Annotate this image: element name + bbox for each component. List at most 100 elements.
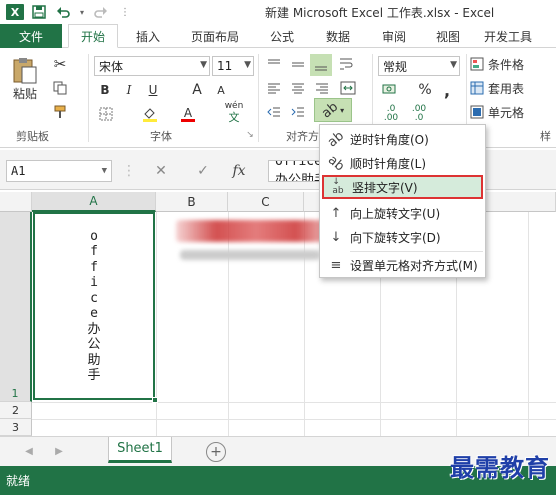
next-sheet-icon[interactable]: ▶ xyxy=(52,443,66,459)
copy-icon[interactable] xyxy=(50,78,70,98)
format-painter-icon[interactable] xyxy=(50,102,70,122)
chevron-down-icon: ▼ xyxy=(200,60,207,70)
orientation-button[interactable]: ab ▾ xyxy=(314,98,352,122)
title-bar: X ▾ ⋮ 新建 Microsoft Excel 工作表.xlsx - Exce… xyxy=(0,0,556,24)
currency-icon[interactable] xyxy=(380,80,400,100)
menu-item-rotate-down[interactable]: ↓ 向下旋转文字(D) xyxy=(322,225,483,249)
angle-counterclockwise-icon: ab xyxy=(324,128,348,150)
status-text: 就绪 xyxy=(6,474,31,488)
paste-button[interactable]: 粘贴 xyxy=(8,56,42,102)
chevron-down-icon: ▼ xyxy=(450,60,457,70)
align-center-icon[interactable] xyxy=(288,78,308,98)
tab-home[interactable]: 开始 xyxy=(68,24,118,48)
align-bottom-icon[interactable] xyxy=(310,54,332,76)
font-dialog-launcher-icon[interactable]: ↘ xyxy=(244,128,256,142)
excel-logo-icon: X xyxy=(6,4,24,20)
insert-function-button[interactable]: fx xyxy=(228,160,250,182)
increase-decimal-button[interactable]: .0 .00 xyxy=(380,104,402,124)
tab-page-layout[interactable]: 页面布局 xyxy=(180,24,250,48)
angle-clockwise-icon: ab xyxy=(324,152,348,174)
redo-icon[interactable] xyxy=(92,3,110,21)
italic-button[interactable]: I xyxy=(120,80,138,100)
underline-button[interactable]: U xyxy=(144,80,162,100)
menu-item-label: 逆时针角度(O) xyxy=(350,132,429,147)
column-header-c[interactable]: C xyxy=(228,192,304,212)
font-color-button[interactable]: A xyxy=(178,104,198,124)
merge-center-icon[interactable] xyxy=(336,78,360,98)
menu-item-angle-clockwise[interactable]: ab 顺时针角度(L) xyxy=(322,151,483,175)
align-left-icon[interactable] xyxy=(264,78,284,98)
cell-styles-button[interactable]: 单元格 xyxy=(470,102,556,122)
font-size-value: 11 xyxy=(217,59,233,73)
select-all-corner[interactable] xyxy=(0,192,32,212)
group-label-font: 字体 xyxy=(150,130,172,143)
chevron-down-icon: ▼ xyxy=(244,60,251,70)
row-header-3[interactable]: 3 xyxy=(0,419,32,436)
tab-view[interactable]: 视图 xyxy=(426,24,470,48)
shrink-font-button[interactable]: A xyxy=(212,80,230,100)
prev-sheet-icon[interactable]: ◀ xyxy=(22,443,36,459)
conditional-format-button[interactable]: 条件格 xyxy=(470,54,556,74)
comma-button[interactable]: , xyxy=(440,80,454,100)
grow-font-button[interactable]: A xyxy=(188,80,206,100)
phonetic-button[interactable]: wén 文 xyxy=(220,100,248,124)
font-name-select[interactable]: 宋体 ▼ xyxy=(94,56,210,76)
percent-button[interactable]: % xyxy=(416,80,434,100)
menu-separator xyxy=(350,251,483,252)
group-separator xyxy=(88,54,89,142)
customize-qat-icon[interactable]: ⋮ xyxy=(116,3,134,21)
sheet-tab[interactable]: Sheet1 xyxy=(108,437,172,463)
tab-file[interactable]: 文件 xyxy=(0,24,62,48)
menu-item-vertical-text[interactable]: ↓ ab 竖排文字(V) xyxy=(322,175,483,199)
number-format-select[interactable]: 常规 ▼ xyxy=(378,56,460,76)
wrap-text-icon[interactable] xyxy=(336,54,356,74)
decrease-indent-icon[interactable] xyxy=(264,102,284,122)
cell-styles-label: 单元格 xyxy=(488,105,525,120)
tab-developer[interactable]: 开发工具 xyxy=(480,24,556,48)
borders-icon[interactable] xyxy=(96,104,116,124)
name-box[interactable]: A1 ▼ xyxy=(6,160,112,182)
font-size-select[interactable]: 11 ▼ xyxy=(212,56,254,76)
column-header-a[interactable]: A xyxy=(32,192,156,212)
row-header-2[interactable]: 2 xyxy=(0,402,32,419)
menu-item-rotate-up[interactable]: ↑ 向上旋转文字(U) xyxy=(322,201,483,225)
decrease-decimal-button[interactable]: .00 .0 xyxy=(408,104,430,124)
enter-icon[interactable]: ✓ xyxy=(192,160,214,182)
cancel-icon[interactable]: ✕ xyxy=(150,160,172,182)
undo-icon[interactable] xyxy=(54,3,72,21)
cell-a1[interactable]: o f f i c e 办 公 助 手 xyxy=(33,212,155,400)
tab-formulas[interactable]: 公式 xyxy=(260,24,304,48)
rotate-down-icon: ↓ xyxy=(330,229,342,245)
gridline xyxy=(32,402,556,403)
tab-data[interactable]: 数据 xyxy=(316,24,360,48)
save-icon[interactable] xyxy=(30,3,48,21)
add-sheet-icon[interactable]: + xyxy=(206,442,226,462)
menu-item-label: 向下旋转文字(D) xyxy=(350,230,441,245)
decrease-decimal-value: .0 xyxy=(414,113,424,123)
quick-access-toolbar: X ▾ ⋮ xyxy=(0,0,134,24)
cell-char: 手 xyxy=(87,368,101,383)
bold-button[interactable]: B xyxy=(96,80,114,100)
format-as-table-button[interactable]: 套用表 xyxy=(470,78,556,98)
row-header-1[interactable]: 1 xyxy=(0,212,32,402)
align-top-icon[interactable] xyxy=(264,54,284,74)
fill-handle[interactable] xyxy=(152,397,158,403)
menu-item-angle-counterclockwise[interactable]: ab 逆时针角度(O) xyxy=(322,127,483,151)
font-color-letter: A xyxy=(183,105,193,120)
cell-char: f xyxy=(90,244,98,259)
cut-icon[interactable]: ✂ xyxy=(50,54,70,74)
menu-item-format-alignment[interactable]: ≡ 设置单元格对齐方式(M) xyxy=(322,253,483,277)
blurred-content xyxy=(180,250,320,260)
tab-review[interactable]: 审阅 xyxy=(372,24,416,48)
fill-color-icon[interactable] xyxy=(140,104,160,124)
undo-dropdown-icon[interactable]: ▾ xyxy=(78,3,86,21)
tab-insert[interactable]: 插入 xyxy=(126,24,170,48)
cell-char: e xyxy=(90,306,98,321)
paste-label: 粘贴 xyxy=(12,86,37,101)
increase-indent-icon[interactable] xyxy=(288,102,308,122)
cell-styles-icon xyxy=(470,105,484,119)
align-middle-icon[interactable] xyxy=(288,54,308,74)
cell-char: c xyxy=(90,290,98,306)
align-right-icon[interactable] xyxy=(312,78,332,98)
column-header-b[interactable]: B xyxy=(156,192,228,212)
